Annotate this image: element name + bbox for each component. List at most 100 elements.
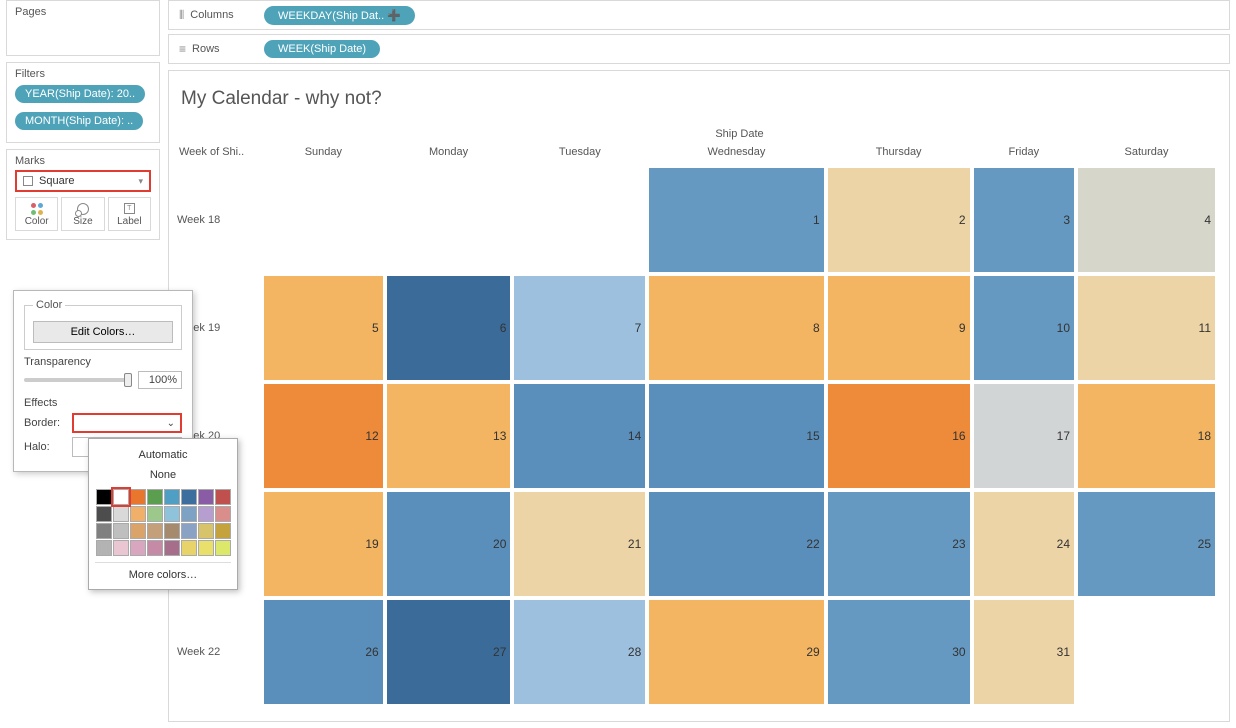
label-icon: T [124, 203, 135, 214]
color-swatch[interactable] [198, 523, 214, 539]
row-label: Week 22 [177, 598, 262, 706]
calendar-cell[interactable]: 3 [972, 166, 1076, 274]
border-none-option[interactable]: None [95, 465, 231, 485]
color-swatch[interactable] [198, 489, 214, 505]
chevron-down-icon: ⌄ [167, 418, 175, 429]
calendar-cell[interactable]: 16 [826, 382, 972, 490]
color-swatch[interactable] [147, 489, 163, 505]
calendar-cell[interactable]: 28 [512, 598, 647, 706]
color-swatch[interactable] [198, 506, 214, 522]
color-swatch[interactable] [181, 506, 197, 522]
calendar-cell[interactable]: 8 [647, 274, 825, 382]
border-automatic-option[interactable]: Automatic [95, 445, 231, 465]
calendar-cell[interactable]: 6 [385, 274, 513, 382]
view-area: My Calendar - why not? Ship Date Week of… [168, 70, 1230, 722]
color-swatch[interactable] [147, 523, 163, 539]
color-swatch[interactable] [164, 523, 180, 539]
color-swatch[interactable] [215, 540, 231, 556]
calendar-cell[interactable]: 22 [647, 490, 825, 598]
color-swatch[interactable] [147, 540, 163, 556]
marks-card-label: Marks [15, 155, 151, 170]
calendar-cell[interactable]: 18 [1076, 382, 1217, 490]
calendar-cell[interactable]: 25 [1076, 490, 1217, 598]
calendar-cell[interactable]: 31 [972, 598, 1076, 706]
calendar-cell[interactable] [385, 166, 513, 274]
calendar-cell[interactable]: 20 [385, 490, 513, 598]
calendar-cell[interactable]: 19 [262, 490, 385, 598]
calendar-cell[interactable]: 27 [385, 598, 513, 706]
calendar-cell[interactable]: 23 [826, 490, 972, 598]
color-swatch[interactable] [130, 506, 146, 522]
calendar-cell[interactable]: 7 [512, 274, 647, 382]
edit-colors-button[interactable]: Edit Colors… [33, 321, 173, 343]
marks-size-button[interactable]: Size [61, 197, 104, 231]
color-swatch[interactable] [96, 540, 112, 556]
column-header: Wednesday [647, 143, 825, 166]
color-swatch[interactable] [198, 540, 214, 556]
color-swatch[interactable] [164, 489, 180, 505]
color-swatch[interactable] [96, 489, 112, 505]
calendar-cell[interactable]: 2 [826, 166, 972, 274]
rows-shelf[interactable]: ≡Rows WEEK(Ship Date) [168, 34, 1230, 64]
calendar-cell[interactable]: 17 [972, 382, 1076, 490]
color-swatch[interactable] [96, 523, 112, 539]
color-swatch[interactable] [215, 489, 231, 505]
color-swatch[interactable] [113, 506, 129, 522]
color-swatch[interactable] [113, 489, 129, 505]
calendar-cell[interactable]: 30 [826, 598, 972, 706]
color-swatch[interactable] [164, 506, 180, 522]
transparency-slider[interactable] [24, 378, 132, 382]
color-swatch[interactable] [130, 523, 146, 539]
calendar-cell[interactable] [1076, 598, 1217, 706]
filter-pill[interactable]: MONTH(Ship Date): .. [15, 112, 143, 130]
color-swatch[interactable] [130, 489, 146, 505]
calendar-cell[interactable]: 29 [647, 598, 825, 706]
color-icon [31, 203, 43, 215]
color-swatch[interactable] [164, 540, 180, 556]
color-swatch[interactable] [113, 523, 129, 539]
marks-label-button[interactable]: T Label [108, 197, 151, 231]
calendar-cell[interactable]: 11 [1076, 274, 1217, 382]
color-swatch[interactable] [113, 540, 129, 556]
color-swatch[interactable] [130, 540, 146, 556]
mark-type-dropdown[interactable]: Square ▾ [15, 170, 151, 192]
rows-pill[interactable]: WEEK(Ship Date) [264, 40, 380, 58]
marks-color-button[interactable]: Color [15, 197, 58, 231]
calendar-cell[interactable] [512, 166, 647, 274]
column-header: Monday [385, 143, 513, 166]
border-color-popup: Automatic None More colors… [88, 438, 238, 590]
calendar-cell[interactable]: 14 [512, 382, 647, 490]
color-swatch[interactable] [147, 506, 163, 522]
calendar-cell[interactable]: 21 [512, 490, 647, 598]
color-swatch[interactable] [181, 523, 197, 539]
sheet-title[interactable]: My Calendar - why not? [181, 88, 1217, 110]
calendar-cell[interactable]: 12 [262, 382, 385, 490]
calendar-cell[interactable]: 5 [262, 274, 385, 382]
calendar-cell[interactable] [262, 166, 385, 274]
calendar-cell[interactable]: 1 [647, 166, 825, 274]
calendar-cell[interactable]: 4 [1076, 166, 1217, 274]
row-header-label: Week of Shi.. [177, 143, 262, 166]
calendar-cell[interactable]: 13 [385, 382, 513, 490]
border-dropdown[interactable]: ⌄ [72, 413, 182, 433]
color-swatch[interactable] [215, 506, 231, 522]
filter-pill[interactable]: YEAR(Ship Date): 20.. [15, 85, 145, 103]
size-icon [77, 203, 89, 215]
square-icon [23, 176, 33, 186]
color-swatch[interactable] [181, 540, 197, 556]
transparency-value[interactable]: 100% [138, 371, 182, 389]
color-swatch[interactable] [215, 523, 231, 539]
chevron-down-icon: ▾ [138, 176, 143, 187]
columns-shelf[interactable]: ⦀Columns WEEKDAY(Ship Dat.. ➕ [168, 0, 1230, 30]
more-colors-option[interactable]: More colors… [95, 562, 231, 581]
calendar-cell[interactable]: 15 [647, 382, 825, 490]
rows-icon: ≡ [179, 42, 186, 56]
columns-pill[interactable]: WEEKDAY(Ship Dat.. ➕ [264, 6, 415, 25]
color-swatch[interactable] [96, 506, 112, 522]
calendar-cell[interactable]: 10 [972, 274, 1076, 382]
color-swatch[interactable] [181, 489, 197, 505]
slider-knob[interactable] [124, 373, 132, 387]
calendar-cell[interactable]: 9 [826, 274, 972, 382]
calendar-cell[interactable]: 24 [972, 490, 1076, 598]
calendar-cell[interactable]: 26 [262, 598, 385, 706]
